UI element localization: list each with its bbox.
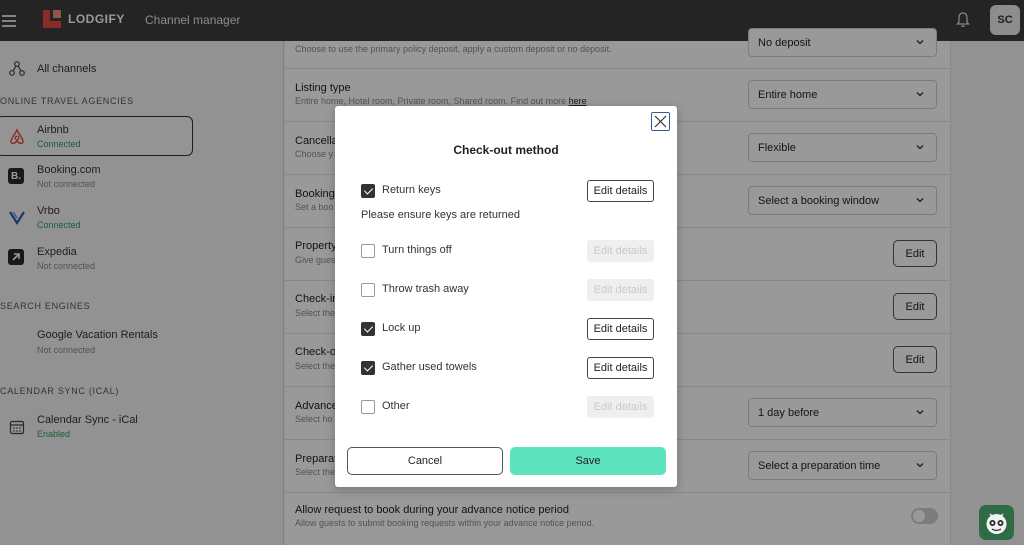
lock-up-checkbox[interactable] [361,322,375,336]
return-keys-checkbox[interactable] [361,184,375,198]
throw-trash-away-checkbox[interactable] [361,283,375,297]
turn-things-off-checkbox[interactable] [361,244,375,258]
close-icon [654,115,667,128]
edit-details-button-disabled: Edit details [587,240,654,262]
option-lock-up: Lock up Edit details [361,318,655,340]
edit-details-button-disabled: Edit details [587,279,654,301]
option-return-keys: Return keys Edit details [361,180,655,202]
edit-details-button-disabled: Edit details [587,396,654,418]
option-label: Throw trash away [382,283,469,295]
option-other: Other Edit details [361,396,655,418]
option-label: Lock up [382,322,421,334]
return-keys-note: Please ensure keys are returned [361,209,520,221]
option-label: Other [382,400,410,412]
edit-details-button[interactable]: Edit details [587,357,654,379]
option-throw-trash-away: Throw trash away Edit details [361,279,655,301]
edit-details-button[interactable]: Edit details [587,318,654,340]
gather-used-towels-checkbox[interactable] [361,361,375,375]
check-out-method-dialog: Check-out method Return keys Edit detail… [335,106,677,487]
cancel-button[interactable]: Cancel [347,447,503,475]
option-label: Gather used towels [382,361,477,373]
robot-icon [986,513,1007,534]
other-checkbox[interactable] [361,400,375,414]
option-label: Turn things off [382,244,452,256]
option-label: Return keys [382,184,441,196]
edit-details-button[interactable]: Edit details [587,180,654,202]
dialog-title: Check-out method [453,143,559,157]
option-turn-things-off: Turn things off Edit details [361,240,655,262]
save-button[interactable]: Save [510,447,666,475]
close-button[interactable] [651,112,670,131]
assistant-robot-button[interactable] [979,505,1014,540]
option-gather-used-towels: Gather used towels Edit details [361,357,655,379]
